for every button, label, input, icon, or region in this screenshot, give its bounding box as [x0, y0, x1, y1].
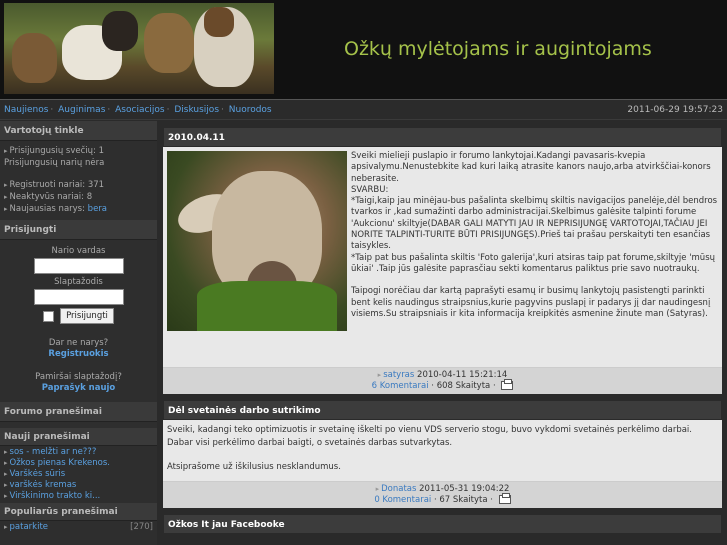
new-post-item[interactable]: ▸ varškės kremas: [0, 479, 157, 490]
goat-shape: [204, 7, 234, 37]
request-new-password-link[interactable]: Paprašyk naujo: [4, 383, 153, 393]
new-post-item[interactable]: ▸ Ožkos pienas Krekenos.: [0, 457, 157, 468]
goat-shape: [102, 11, 138, 51]
arrow-icon: ▸: [4, 481, 8, 489]
login-panel-body: Nario vardas Slaptažodis Prisijungti Dar…: [0, 240, 157, 401]
nav-link-asociacijos[interactable]: Asociacijos: [115, 105, 164, 115]
popular-posts-title: Populiarūs pranešimai: [0, 503, 157, 521]
online-members: Prisijungusių narių nėra: [4, 158, 105, 168]
nav-link-auginimas[interactable]: Auginimas: [58, 105, 105, 115]
arrow-icon: ▸: [4, 193, 8, 201]
arrow-icon: ▸: [4, 147, 8, 155]
new-post-item[interactable]: ▸ Virškinimo trakto ki...: [0, 490, 157, 501]
login-panel-title: Prisijungti: [0, 220, 157, 240]
arrow-icon: ▸: [4, 470, 8, 478]
remember-me-checkbox[interactable]: [43, 310, 55, 322]
online-guests: ▸ Prisijungusių svečių: 1: [4, 146, 105, 156]
current-datetime: 2011-06-29 19:57:23: [627, 105, 723, 115]
goat-eating-photo: [167, 151, 347, 331]
post-footer: ▸ Donatas 2011-05-31 19:04:22 0 Komentara…: [163, 481, 722, 509]
nav-link-naujienos[interactable]: Naujienos: [4, 105, 48, 115]
arrow-icon: ▸: [4, 523, 8, 531]
registered-members: ▸ Registruoti nariai: 371: [4, 180, 105, 190]
nav-link-nuorodos[interactable]: Nuorodos: [229, 105, 272, 115]
nav-separator: ·: [50, 105, 54, 115]
new-posts-title: Nauji pranešimai: [0, 428, 157, 446]
username-input[interactable]: [33, 258, 124, 274]
site-title: Ožkų mylėtojams ir augintojams: [344, 38, 652, 60]
username-label: Nario vardas: [51, 246, 106, 256]
post-title[interactable]: Ožkos It jau Facebooke: [163, 514, 722, 535]
not-member-text: Dar ne narys?: [48, 338, 109, 348]
inactive-members: ▸ Neaktyvūs nariai: 8: [4, 192, 93, 202]
arrow-icon: ▸: [4, 448, 8, 456]
top-navigation: Naujienos · Auginimas · Asociacijos · Disku…: [0, 100, 727, 120]
post-date: 2010-04-11 15:21:14: [417, 370, 508, 380]
print-icon[interactable]: [498, 493, 511, 505]
arrow-icon: ▸: [4, 181, 8, 189]
nav-separator: ·: [221, 105, 224, 115]
users-panel-title: Vartotojų tinkle: [0, 121, 157, 141]
login-row: Prisijungti: [4, 308, 153, 324]
post-comments-link[interactable]: 0 Komentarai: [374, 495, 431, 505]
new-post-item[interactable]: ▸ Varškės sūris: [0, 468, 157, 479]
grass-shape: [197, 281, 337, 331]
post-title[interactable]: 2010.04.11: [163, 127, 722, 147]
register-link[interactable]: Registruokis: [4, 349, 153, 359]
newest-member: ▸ Naujausias narys: bera: [4, 204, 108, 214]
goat-shape: [144, 13, 194, 73]
post-paragraph: Sveiki, kadangi teko optimizuotis ir sve…: [167, 425, 692, 448]
post-author-link[interactable]: satyras: [383, 370, 414, 380]
password-input[interactable]: [33, 289, 124, 305]
goats-banner-image: [4, 3, 274, 94]
post-body: Sveiki mielieji puslapio ir forumo lanky…: [163, 147, 722, 367]
new-post-item[interactable]: ▸ sos - melžti ar ne???: [0, 446, 157, 457]
nav-link-diskusijos[interactable]: Diskusijos: [174, 105, 219, 115]
post-reads: 608 Skaityta: [436, 381, 491, 391]
arrow-icon: ▸: [375, 485, 380, 494]
sidebar: Vartotojų tinkle ▸ Prisijungusių svečių: …: [0, 121, 157, 545]
arrow-icon: ▸: [4, 492, 8, 500]
users-panel-body: ▸ Prisijungusių svečių: 1 Prisijungusių n…: [0, 141, 157, 219]
nav-separator: ·: [107, 105, 111, 115]
header-banner: Ožkų mylėtojams ir augintojams: [0, 0, 727, 100]
goat-shape: [12, 33, 57, 83]
nav-separator: ·: [166, 105, 170, 115]
post-author-link[interactable]: Donatas: [381, 484, 416, 494]
arrow-icon: ▸: [377, 371, 382, 379]
post-reads: 67 Skaityta: [439, 495, 488, 506]
post-title[interactable]: Dėl svetainės darbo sutrikimo: [163, 400, 722, 420]
print-icon[interactable]: [501, 379, 514, 390]
password-label: Slaptažodis: [54, 277, 103, 287]
popular-post-item[interactable]: ▸ patarkite [270]: [0, 521, 157, 532]
login-button[interactable]: Prisijungti: [60, 308, 114, 324]
post-count: [270]: [130, 522, 153, 532]
arrow-icon: ▸: [4, 459, 8, 467]
post-comments-link[interactable]: 6 Komentarai: [372, 381, 429, 391]
post-paragraph: Atsiprašome už iškilusius nesklandumus.: [167, 462, 341, 472]
nav-links: Naujienos · Auginimas · Asociacijos · Disku…: [4, 105, 272, 115]
main-content: 2010.04.11 Sveiki mielieji puslapio ir f…: [163, 127, 722, 545]
post-footer: ▸ satyras 2010-04-11 15:21:14 6 Komentara…: [163, 367, 722, 394]
forum-panel-title: Forumo pranešimai: [0, 402, 157, 422]
post-body: Sveiki, kadangi teko optimizuotis ir sve…: [163, 420, 722, 482]
newest-member-link[interactable]: bera: [88, 204, 107, 214]
post-date: 2011-05-31 19:04:22: [419, 484, 510, 495]
arrow-icon: ▸: [4, 205, 8, 213]
forgot-password-text: Pamiršai slaptažodį?: [35, 372, 122, 382]
